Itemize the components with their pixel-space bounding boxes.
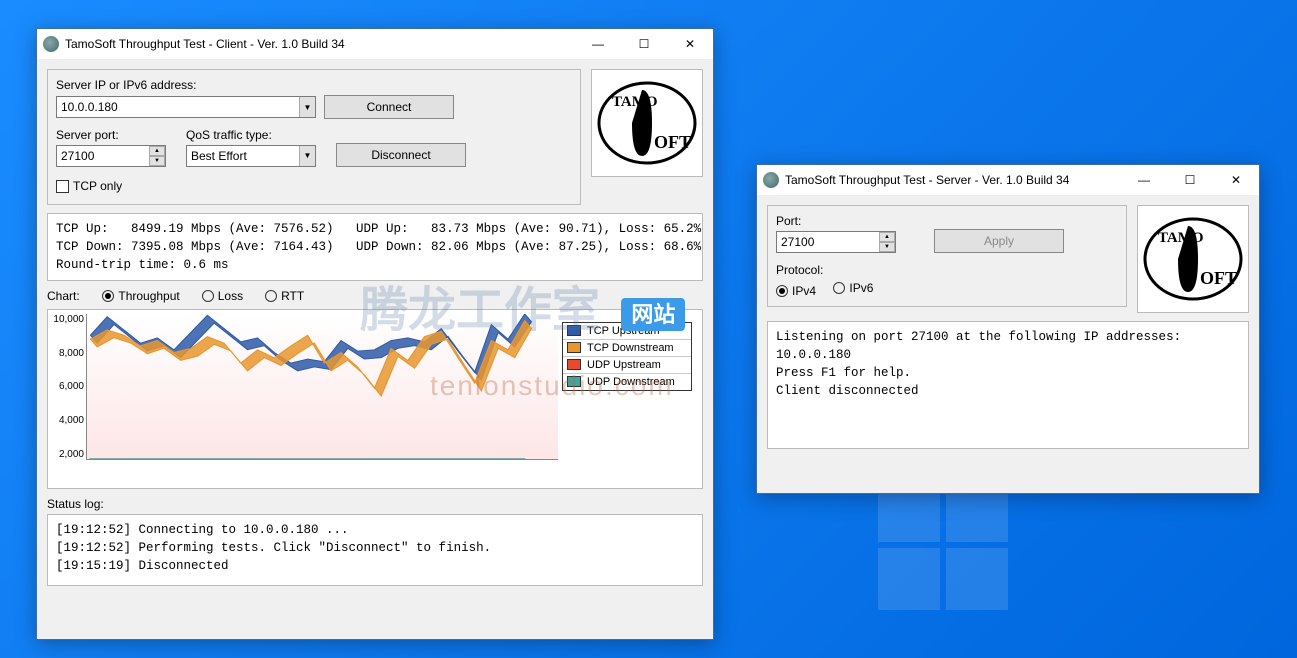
radio-icon bbox=[833, 282, 845, 294]
svg-text:TAMO: TAMO bbox=[612, 94, 658, 110]
disconnect-button[interactable]: Disconnect bbox=[336, 143, 466, 167]
client-title: TamoSoft Throughput Test - Client - Ver.… bbox=[65, 37, 575, 51]
port-input[interactable] bbox=[776, 231, 896, 253]
chart-y-axis: 10,000 8,000 6,000 4,000 2,000 bbox=[52, 314, 84, 460]
tamosoft-logo: TAMO OFT bbox=[591, 69, 703, 177]
chart-mode-loss[interactable]: Loss bbox=[202, 289, 243, 303]
radio-icon bbox=[202, 290, 214, 302]
maximize-button[interactable]: ☐ bbox=[621, 29, 667, 59]
close-button[interactable]: ✕ bbox=[667, 29, 713, 59]
stats-display: TCP Up: 8499.19 Mbps (Ave: 7576.52) UDP … bbox=[47, 213, 703, 281]
server-ip-dropdown[interactable]: ▼ bbox=[299, 97, 315, 117]
qos-dropdown[interactable]: ▼ bbox=[299, 146, 315, 166]
svg-text:TAMO: TAMO bbox=[1158, 230, 1204, 246]
server-log[interactable]: Listening on port 27100 at the following… bbox=[767, 321, 1249, 449]
client-titlebar[interactable]: TamoSoft Throughput Test - Client - Ver.… bbox=[37, 29, 713, 59]
maximize-button[interactable]: ☐ bbox=[1167, 165, 1213, 195]
server-ip-label: Server IP or IPv6 address: bbox=[56, 78, 197, 92]
tcp-only-label: TCP only bbox=[73, 179, 122, 193]
server-titlebar[interactable]: TamoSoft Throughput Test - Server - Ver.… bbox=[757, 165, 1259, 195]
tamosoft-logo: TAMO OFT bbox=[1137, 205, 1249, 313]
apply-button[interactable]: Apply bbox=[934, 229, 1064, 253]
chart-mode-throughput[interactable]: Throughput bbox=[102, 289, 179, 303]
tcp-only-checkbox[interactable]: TCP only bbox=[56, 179, 122, 193]
status-log[interactable]: [19:12:52] Connecting to 10.0.0.180 ... … bbox=[47, 514, 703, 586]
throughput-chart: 10,000 8,000 6,000 4,000 2,000 TCP Upstr… bbox=[47, 309, 703, 489]
port-label: Port: bbox=[776, 214, 801, 228]
radio-icon bbox=[776, 285, 788, 297]
chart-legend: TCP Upstream TCP Downstream UDP Upstream… bbox=[562, 322, 692, 391]
qos-label: QoS traffic type: bbox=[186, 128, 272, 142]
protocol-label: Protocol: bbox=[776, 263, 823, 277]
port-down-button[interactable]: ▼ bbox=[879, 242, 895, 252]
chart-label: Chart: bbox=[47, 289, 80, 303]
qos-select[interactable] bbox=[186, 145, 316, 167]
server-port-label: Server port: bbox=[56, 128, 119, 142]
desktop-windows-logo bbox=[878, 480, 1008, 610]
connect-button[interactable]: Connect bbox=[324, 95, 454, 119]
app-icon bbox=[43, 36, 59, 52]
checkbox-icon bbox=[56, 180, 69, 193]
close-button[interactable]: ✕ bbox=[1213, 165, 1259, 195]
server-ip-input[interactable] bbox=[56, 96, 316, 118]
server-window: TamoSoft Throughput Test - Server - Ver.… bbox=[756, 164, 1260, 494]
protocol-ipv4[interactable]: IPv4 bbox=[776, 284, 816, 298]
client-window: TamoSoft Throughput Test - Client - Ver.… bbox=[36, 28, 714, 640]
minimize-button[interactable]: — bbox=[575, 29, 621, 59]
port-up-button[interactable]: ▲ bbox=[149, 146, 165, 156]
svg-text:OFT: OFT bbox=[1200, 268, 1237, 288]
svg-text:OFT: OFT bbox=[654, 132, 691, 152]
radio-icon bbox=[265, 290, 277, 302]
status-log-label: Status log: bbox=[47, 497, 104, 511]
radio-icon bbox=[102, 290, 114, 302]
chart-mode-rtt[interactable]: RTT bbox=[265, 289, 304, 303]
protocol-ipv6[interactable]: IPv6 bbox=[833, 281, 873, 295]
port-down-button[interactable]: ▼ bbox=[149, 156, 165, 166]
port-up-button[interactable]: ▲ bbox=[879, 232, 895, 242]
minimize-button[interactable]: — bbox=[1121, 165, 1167, 195]
app-icon bbox=[763, 172, 779, 188]
server-title: TamoSoft Throughput Test - Server - Ver.… bbox=[785, 173, 1121, 187]
